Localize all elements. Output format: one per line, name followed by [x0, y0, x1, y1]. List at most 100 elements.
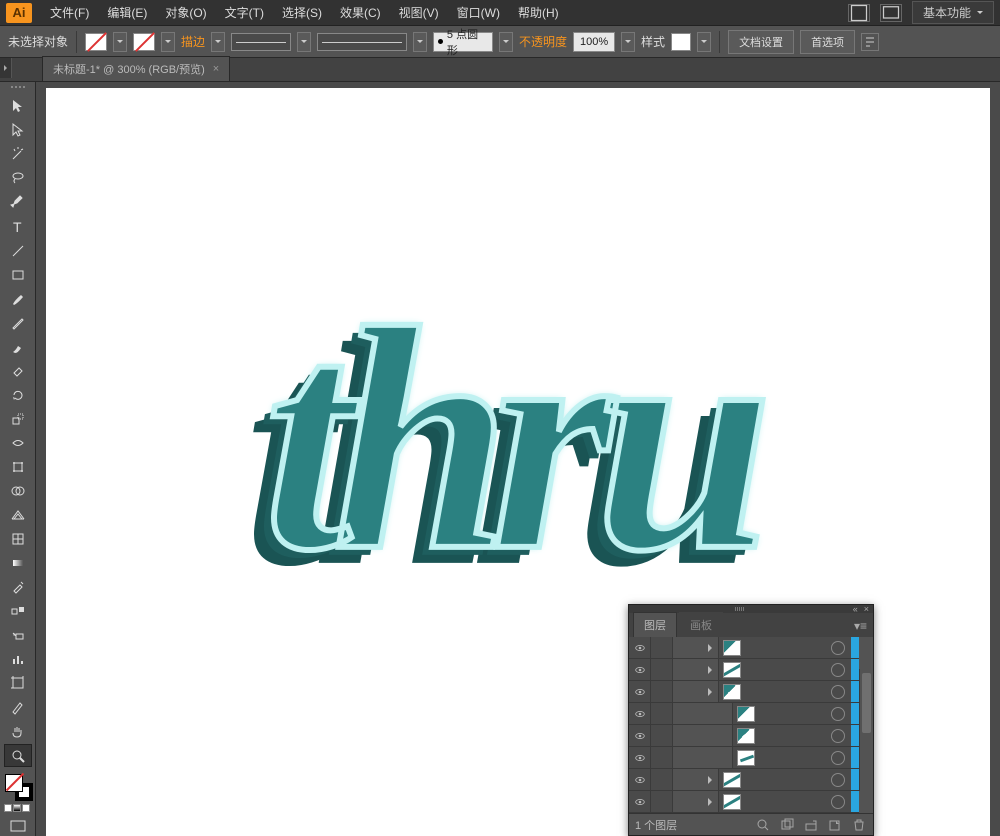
- blob-brush-tool[interactable]: [4, 335, 32, 358]
- paintbrush-tool[interactable]: [4, 287, 32, 310]
- layer-row[interactable]: [629, 703, 859, 725]
- disclosure-triangle-icon[interactable]: [708, 798, 716, 806]
- stroke-value-dropdown[interactable]: [499, 32, 513, 52]
- lock-toggle[interactable]: [651, 791, 673, 812]
- tab-layers[interactable]: 图层: [633, 612, 677, 637]
- new-layer-button[interactable]: [827, 817, 843, 833]
- visibility-toggle[interactable]: [629, 659, 651, 680]
- target-button[interactable]: [831, 685, 845, 699]
- screen-mode-button[interactable]: [880, 4, 902, 22]
- screen-mode-tool[interactable]: [4, 817, 32, 836]
- delete-layer-button[interactable]: [851, 817, 867, 833]
- menu-view[interactable]: 视图(V): [391, 0, 447, 25]
- shape-builder-tool[interactable]: [4, 480, 32, 503]
- stroke-label[interactable]: 描边: [181, 33, 205, 50]
- brush-dropdown[interactable]: [413, 32, 427, 52]
- layer-thumbnail[interactable]: [723, 794, 741, 810]
- blend-tool[interactable]: [4, 600, 32, 623]
- panel-dock-toggle[interactable]: [0, 58, 12, 78]
- eraser-tool[interactable]: [4, 359, 32, 382]
- layers-scrollbar[interactable]: [859, 669, 873, 791]
- pen-tool[interactable]: [4, 191, 32, 214]
- graphic-style-swatch[interactable]: [671, 33, 691, 51]
- target-button[interactable]: [831, 641, 845, 655]
- target-button[interactable]: [831, 707, 845, 721]
- target-button[interactable]: [831, 729, 845, 743]
- disclosure-triangle-icon[interactable]: [708, 644, 716, 652]
- menu-edit[interactable]: 编辑(E): [99, 0, 155, 25]
- layer-thumbnail[interactable]: [737, 750, 755, 766]
- target-button[interactable]: [831, 751, 845, 765]
- type-tool[interactable]: T: [4, 215, 32, 238]
- layer-thumbnail[interactable]: [737, 706, 755, 722]
- stroke-weight-dropdown[interactable]: [211, 32, 225, 52]
- lock-toggle[interactable]: [651, 769, 673, 790]
- perspective-grid-tool[interactable]: [4, 504, 32, 527]
- menu-type[interactable]: 文字(T): [217, 0, 272, 25]
- disclosure-triangle-icon[interactable]: [708, 776, 716, 784]
- menu-effect[interactable]: 效果(C): [332, 0, 389, 25]
- lock-toggle[interactable]: [651, 681, 673, 702]
- visibility-toggle[interactable]: [629, 769, 651, 790]
- zoom-tool[interactable]: [4, 744, 32, 767]
- visibility-toggle[interactable]: [629, 681, 651, 702]
- column-graph-tool[interactable]: [4, 648, 32, 671]
- target-button[interactable]: [831, 663, 845, 677]
- rotate-tool[interactable]: [4, 383, 32, 406]
- layer-row[interactable]: [629, 637, 859, 659]
- layer-thumbnail[interactable]: [737, 728, 755, 744]
- document-tab[interactable]: 未标题-1* @ 300% (RGB/预览) ×: [42, 56, 230, 81]
- layer-thumbnail[interactable]: [723, 772, 741, 788]
- fill-stroke-indicator[interactable]: [3, 772, 33, 801]
- lock-toggle[interactable]: [651, 725, 673, 746]
- document-setup-button[interactable]: 文档设置: [728, 30, 794, 54]
- menu-file[interactable]: 文件(F): [42, 0, 97, 25]
- graphic-style-dropdown[interactable]: [697, 32, 711, 52]
- stroke-value[interactable]: 5 点圆形: [433, 32, 493, 52]
- menu-select[interactable]: 选择(S): [274, 0, 330, 25]
- layer-row[interactable]: [629, 791, 859, 813]
- selection-tool[interactable]: [4, 95, 32, 118]
- scrollbar-thumb[interactable]: [862, 673, 871, 733]
- make-clipping-mask-button[interactable]: [779, 817, 795, 833]
- transform-panel-toggle[interactable]: [861, 33, 879, 51]
- fill-indicator[interactable]: [5, 774, 23, 792]
- free-transform-tool[interactable]: [4, 455, 32, 478]
- menu-object[interactable]: 对象(O): [157, 0, 214, 25]
- disclosure-triangle-icon[interactable]: [708, 666, 716, 674]
- panel-menu-button[interactable]: ▾≡: [848, 615, 873, 637]
- target-button[interactable]: [831, 795, 845, 809]
- close-tab-button[interactable]: ×: [213, 63, 219, 75]
- artboard-tool[interactable]: [4, 672, 32, 695]
- line-tool[interactable]: [4, 239, 32, 262]
- hand-tool[interactable]: [4, 720, 32, 743]
- locate-object-button[interactable]: [755, 817, 771, 833]
- menu-window[interactable]: 窗口(W): [449, 0, 508, 25]
- variable-width-profile[interactable]: [231, 33, 291, 51]
- color-mode-none[interactable]: [22, 804, 30, 812]
- target-button[interactable]: [831, 773, 845, 787]
- opacity-label[interactable]: 不透明度: [519, 33, 567, 50]
- lock-toggle[interactable]: [651, 703, 673, 724]
- pencil-tool[interactable]: [4, 311, 32, 334]
- gradient-tool[interactable]: [4, 552, 32, 575]
- color-mode-gradient[interactable]: [13, 804, 21, 812]
- panel-grip[interactable]: [4, 86, 32, 92]
- width-tool[interactable]: [4, 431, 32, 454]
- layer-row[interactable]: [629, 659, 859, 681]
- lasso-tool[interactable]: [4, 167, 32, 190]
- tab-artboards[interactable]: 画板: [679, 612, 723, 637]
- color-mode-solid[interactable]: [4, 804, 12, 812]
- lock-toggle[interactable]: [651, 747, 673, 768]
- layer-row[interactable]: [629, 725, 859, 747]
- direct-selection-tool[interactable]: [4, 119, 32, 142]
- fill-dropdown[interactable]: [113, 32, 127, 52]
- stroke-dropdown[interactable]: [161, 32, 175, 52]
- visibility-toggle[interactable]: [629, 747, 651, 768]
- disclosure-triangle-icon[interactable]: [708, 688, 716, 696]
- vwp-dropdown[interactable]: [297, 32, 311, 52]
- workspace-switcher[interactable]: 基本功能: [912, 1, 994, 24]
- layer-row[interactable]: [629, 769, 859, 791]
- mesh-tool[interactable]: [4, 528, 32, 551]
- visibility-toggle[interactable]: [629, 637, 651, 658]
